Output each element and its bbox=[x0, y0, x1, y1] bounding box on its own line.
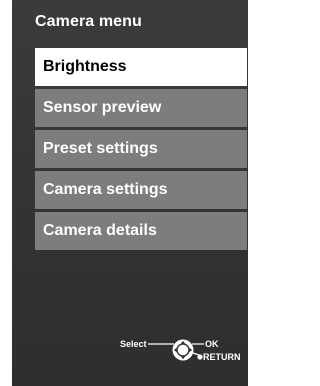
menu-title: Camera menu bbox=[35, 13, 142, 30]
menu-item-preset-settings[interactable]: Preset settings bbox=[35, 130, 247, 168]
menu-item-sensor-preview[interactable]: Sensor preview bbox=[35, 89, 247, 127]
menu-list: Brightness Sensor preview Preset setting… bbox=[35, 48, 247, 253]
menu-item-label: Sensor preview bbox=[43, 99, 162, 116]
button-hints: Select OK RETURN bbox=[92, 326, 248, 374]
menu-item-brightness[interactable]: Brightness bbox=[35, 48, 247, 86]
menu-item-label: Camera settings bbox=[43, 181, 168, 198]
camera-menu-screen: Camera menu Brightness Sensor preview Pr… bbox=[12, 0, 248, 386]
menu-item-camera-details[interactable]: Camera details bbox=[35, 212, 247, 250]
menu-item-label: Preset settings bbox=[43, 140, 158, 157]
select-hint-label: Select bbox=[120, 339, 147, 349]
return-hint-label: RETURN bbox=[203, 352, 241, 362]
ok-hint-label: OK bbox=[205, 339, 219, 349]
menu-item-camera-settings[interactable]: Camera settings bbox=[35, 171, 247, 209]
menu-item-label: Camera details bbox=[43, 222, 157, 239]
remote-dpad-icon bbox=[148, 339, 204, 361]
menu-item-label: Brightness bbox=[43, 58, 127, 75]
